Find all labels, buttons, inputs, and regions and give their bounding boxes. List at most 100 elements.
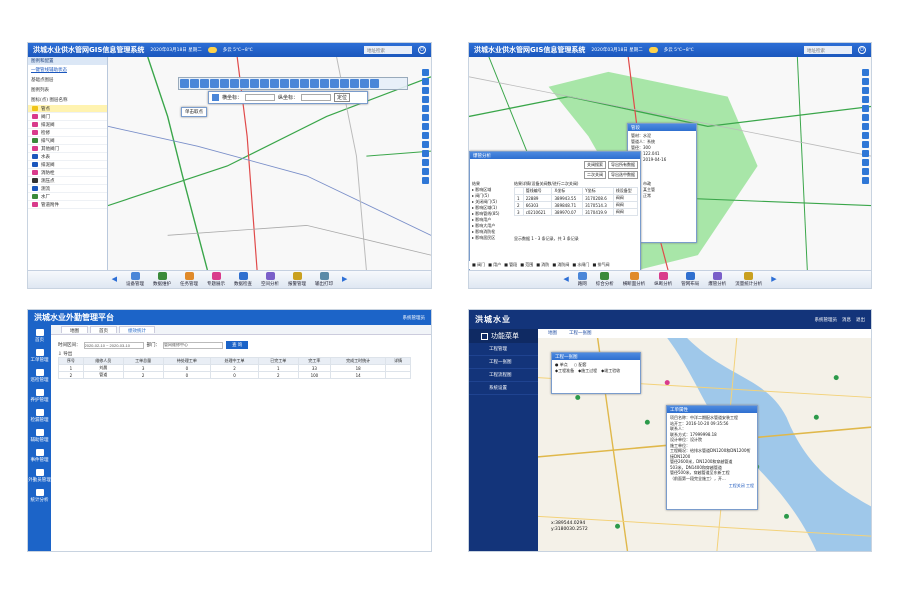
print-icon-2[interactable] — [862, 123, 869, 130]
result-column-header[interactable]: X坐标 — [551, 187, 584, 195]
legend-item[interactable]: 管点 — [28, 105, 107, 113]
zoom-in-tool-icon[interactable] — [220, 79, 229, 88]
side-nav-item[interactable]: 外勤员管理 — [28, 469, 51, 483]
legend-item[interactable]: 水厂 — [28, 193, 107, 201]
engineering-tab[interactable]: 地图 — [542, 330, 563, 337]
home-icon-2[interactable] — [862, 132, 869, 139]
select-tool-icon[interactable] — [250, 79, 259, 88]
outwork-tab[interactable]: 绩效统计 — [119, 326, 155, 334]
side-nav-item[interactable]: 辅助管理 — [31, 429, 49, 443]
line-tool-icon[interactable] — [190, 79, 199, 88]
analysis-tab[interactable]: 横断面分析 — [623, 272, 645, 287]
x-coordinate-input[interactable] — [245, 94, 276, 101]
project-status-item[interactable]: ◆工程准备 — [555, 368, 574, 374]
zoom-out-tool-icon[interactable] — [230, 79, 239, 88]
layers-icon-2[interactable] — [862, 87, 869, 94]
export-icon[interactable] — [422, 177, 429, 184]
legend-item[interactable]: 管道附件 — [28, 201, 107, 209]
logout-link[interactable]: 退出 — [856, 317, 865, 323]
legend-item[interactable]: 其他阀门 — [28, 145, 107, 153]
analysis-tab[interactable]: 纵断分析 — [654, 272, 672, 287]
export-selected-button[interactable]: 导出选中数据 — [608, 171, 638, 179]
power-icon-2[interactable]: ⏻ — [858, 46, 866, 54]
legend-item[interactable]: 排泥阀 — [28, 161, 107, 169]
side-nav-item[interactable]: 检漏管理 — [31, 409, 49, 423]
analysis-tab[interactable]: 流量统计分析 — [735, 272, 762, 287]
locate-button[interactable]: 定位 — [334, 93, 351, 102]
department-select[interactable] — [163, 341, 223, 349]
layer-tool-icon[interactable] — [310, 79, 319, 88]
print-icon[interactable] — [422, 123, 429, 130]
y-coordinate-input[interactable] — [301, 94, 332, 101]
analysis-tab[interactable]: 管网布局 — [681, 272, 699, 287]
scroll-left-icon-2[interactable]: ◀ — [563, 275, 568, 283]
layer-label[interactable]: 基础点图层 — [28, 75, 107, 85]
result-row[interactable]: 2 66303 389848.71 3170514.3 阀阀 — [514, 201, 639, 209]
pick-tool-icon[interactable] — [212, 94, 219, 101]
full-extent-tool-icon[interactable] — [330, 79, 339, 88]
info-icon[interactable] — [422, 141, 429, 148]
engineering-tab[interactable]: 工程一张图 — [563, 330, 598, 337]
work-order-footer[interactable]: 工程关闭 工程 — [667, 483, 757, 489]
refresh-icon-2[interactable] — [862, 150, 869, 157]
pan-tool-icon[interactable] — [240, 79, 249, 88]
legend-item[interactable]: 测压点 — [28, 177, 107, 185]
layers-icon[interactable] — [422, 87, 429, 94]
admin-link[interactable]: 系统管理员 — [815, 317, 838, 323]
outwork-tab[interactable]: 地图 — [61, 326, 88, 334]
side-nav-item[interactable]: 事件管理 — [31, 449, 49, 463]
analysis-tab[interactable]: 综合分析 — [596, 272, 614, 287]
pencil-tool-icon[interactable] — [350, 79, 359, 88]
fullscreen-icon-2[interactable] — [862, 114, 869, 121]
scroll-right-icon-2[interactable]: ▶ — [771, 275, 776, 283]
legend-item[interactable]: 排泥阀 — [28, 121, 107, 129]
refresh-tool-icon[interactable] — [320, 79, 329, 88]
module-tab[interactable]: 空间分析 — [261, 272, 279, 287]
power-icon[interactable]: ⏻ — [418, 46, 426, 54]
measure-icon-2[interactable] — [862, 105, 869, 112]
query-button[interactable]: 查 询 — [226, 341, 249, 349]
second-valve-button[interactable]: 二次关阀 — [584, 171, 606, 179]
brush-tool-icon[interactable] — [360, 79, 369, 88]
table-row[interactable]: 2 管道 2 0 0 2 100 14 — [58, 371, 411, 379]
legend-item[interactable]: 消防栓 — [28, 169, 107, 177]
clear-icon[interactable] — [422, 168, 429, 175]
polygon-tool-icon[interactable] — [200, 79, 209, 88]
result-column-header[interactable] — [514, 187, 524, 195]
address-search-input-2[interactable] — [804, 46, 852, 54]
table-row[interactable]: 1 刘晨 3 0 2 1 33 18 — [58, 364, 411, 372]
fullscreen-icon[interactable] — [422, 114, 429, 121]
side-nav-item[interactable]: 养护管理 — [31, 389, 49, 403]
close-tool-icon[interactable] — [370, 79, 379, 88]
message-link[interactable]: 消息 — [842, 317, 851, 323]
scroll-left-icon[interactable]: ◀ — [112, 275, 117, 283]
settings-icon-2[interactable] — [862, 159, 869, 166]
legend-item[interactable]: 阀门 — [28, 113, 107, 121]
valve-search-button[interactable]: 关阀搜索 — [584, 161, 606, 169]
analysis-tab[interactable]: 路网 — [577, 272, 587, 287]
refresh-icon[interactable] — [422, 150, 429, 157]
legend-tab-link[interactable]: 一键管线辅助状态 — [28, 65, 107, 75]
address-search-input[interactable] — [364, 46, 412, 54]
edit-tool-icon[interactable] — [340, 79, 349, 88]
legend-item[interactable]: 排气阀 — [28, 137, 107, 145]
module-tab[interactable]: 数据维护 — [153, 272, 171, 287]
export-icon-2[interactable] — [862, 177, 869, 184]
zoom-in-icon[interactable] — [422, 69, 429, 76]
result-column-header[interactable]: 线设备型 — [612, 187, 639, 195]
legend-item[interactable]: 检修 — [28, 129, 107, 137]
side-nav-item[interactable]: 统计分析 — [31, 489, 49, 503]
module-tab[interactable]: 数据检查 — [234, 272, 252, 287]
buffer-tool-icon[interactable] — [280, 79, 289, 88]
pointer-tool-icon[interactable] — [180, 79, 189, 88]
function-menu-item[interactable]: 工程流程图 — [469, 369, 538, 382]
result-tree-node[interactable]: ▸ 影响居民区 — [472, 235, 512, 241]
measure-tool-icon[interactable] — [210, 79, 219, 88]
legend-item[interactable]: 测流 — [28, 185, 107, 193]
outwork-tab[interactable]: 首页 — [90, 326, 117, 334]
home-icon[interactable] — [422, 132, 429, 139]
side-nav-item[interactable]: 首页 — [35, 329, 44, 343]
module-tab[interactable]: 专题展示 — [207, 272, 225, 287]
legend-item[interactable]: 水表 — [28, 153, 107, 161]
outwork-user[interactable]: 系统管理员 — [403, 315, 426, 321]
